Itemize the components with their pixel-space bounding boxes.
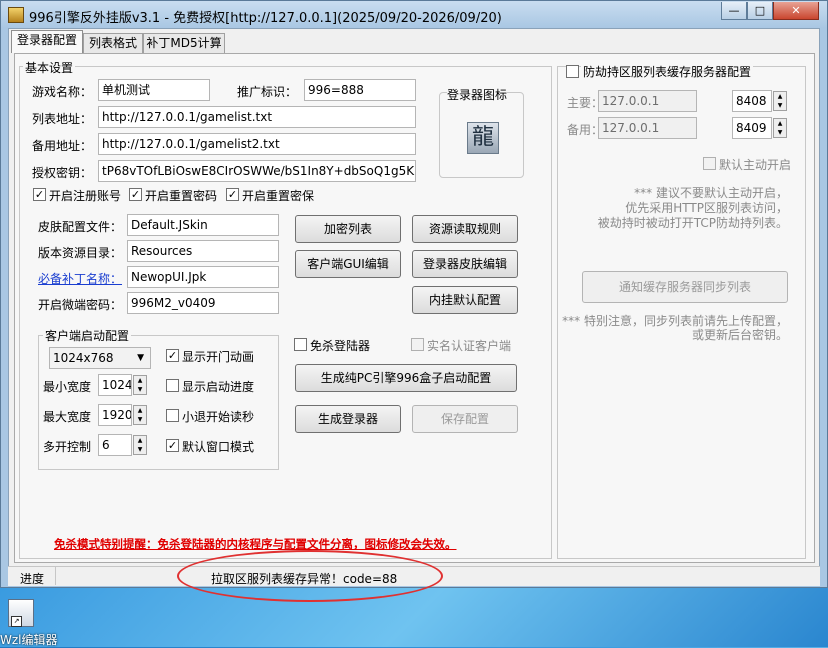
license-key-label: 授权密钥： [32, 166, 93, 180]
launcher-skin-edit-button[interactable]: 登录器皮肤编辑 [412, 250, 518, 278]
min-width-spinner[interactable]: ▲ ▼ [133, 375, 147, 395]
backup-url-field[interactable]: http://127.0.0.1/gamelist2.txt [98, 133, 416, 155]
show-progress-checkbox[interactable] [166, 379, 179, 392]
backup-port-spinner[interactable]: ▲ ▼ [773, 118, 787, 138]
min-width-field[interactable]: 1024 [98, 374, 132, 396]
resource-dir-label: 版本资源目录： [38, 246, 123, 260]
auto-enable-label: 默认主动开启 [719, 158, 792, 172]
encrypt-list-button[interactable]: 加密列表 [295, 215, 401, 243]
highlight-ellipse [177, 550, 443, 602]
close-button[interactable]: ✕ [773, 2, 819, 20]
skin-label: 皮肤配置文件： [38, 220, 123, 234]
resource-dir-field[interactable]: Resources [127, 240, 279, 262]
skin-field[interactable]: Default.JSkin [127, 214, 279, 236]
patch-name-link[interactable]: 必备补丁名称： [38, 270, 122, 287]
sync-list-button[interactable]: 通知缓存服务器同步列表 [582, 271, 788, 303]
game-name-field[interactable]: 单机测试 [98, 79, 210, 101]
main-port-spinner[interactable]: ▲ ▼ [773, 91, 787, 111]
micro-password-field[interactable]: 996M2_v0409 [127, 292, 279, 314]
main-window: 996引擎反外挂版v3.1 - 免费授权[http://127.0.0.1](2… [0, 0, 828, 602]
chevron-down-icon: ▼ [137, 353, 144, 363]
register-checkbox[interactable]: ✓ [33, 188, 46, 201]
window-mode-checkbox[interactable]: ✓ [166, 439, 179, 452]
generate-launcher-button[interactable]: 生成登录器 [295, 405, 401, 433]
anti-hijack-checkbox[interactable] [566, 65, 579, 78]
shortcut-arrow-icon: ↗ [11, 616, 22, 627]
multi-open-spinner[interactable]: ▲ ▼ [133, 435, 147, 455]
license-key-field[interactable]: tP68vTOfLBiOswE8CIrOSWWe/bS1In8Y+dbSoQ1g… [98, 160, 416, 182]
client-gui-edit-button[interactable]: 客户端GUI编辑 [295, 250, 401, 278]
no-kill-label: 免杀登陆器 [310, 339, 371, 353]
resource-rule-button[interactable]: 资源读取规则 [412, 215, 518, 243]
backup-ip-field[interactable]: 127.0.0.1 [598, 117, 697, 139]
list-url-field[interactable]: http://127.0.0.1/gamelist.txt [98, 106, 416, 128]
wzl-editor-icon[interactable]: ↗ [8, 599, 34, 627]
anti-hijack-title: 防劫持区服列表缓存服务器配置 [581, 63, 754, 80]
main-ip-field[interactable]: 127.0.0.1 [598, 90, 697, 112]
client-area: 登录器配置 列表格式 补丁MD5计算 基本设置 游戏名称： 单机测试 推广标识：… [8, 28, 820, 583]
realname-label: 实名认证客户端 [427, 339, 512, 353]
sync-note-line-2: 或更新后台密钥。 [691, 328, 788, 342]
patch-name-field[interactable]: NewopUI.Jpk [127, 266, 279, 288]
game-name-label: 游戏名称： [32, 85, 93, 99]
tab-page: 基本设置 游戏名称： 单机测试 推广标识： 996=888 列表地址： http… [14, 53, 815, 563]
launcher-icon-label: 登录器图标 [447, 86, 508, 103]
realname-checkbox[interactable] [411, 338, 424, 351]
door-animation-label: 显示开门动画 [182, 350, 255, 364]
save-config-button[interactable]: 保存配置 [412, 405, 518, 433]
tab-patch-md5[interactable]: 补丁MD5计算 [143, 33, 225, 53]
min-width-label: 最小宽度 [43, 380, 92, 394]
minimize-button[interactable]: — [721, 2, 747, 20]
client-startup-title: 客户端启动配置 [43, 327, 132, 344]
window-mode-label: 默认窗口模式 [182, 440, 255, 454]
progress-label: 进度 [20, 572, 45, 586]
quit-countdown-label: 小退开始读秒 [182, 410, 255, 424]
promo-field[interactable]: 996=888 [304, 79, 416, 101]
resolution-value: 1024x768 [53, 351, 114, 365]
no-kill-checkbox[interactable] [294, 338, 307, 351]
max-width-field[interactable]: 1920 [98, 404, 132, 426]
basic-settings-title: 基本设置 [23, 59, 76, 76]
reset-password-checkbox[interactable]: ✓ [129, 188, 142, 201]
hint-line-3: 被劫持时被动打开TCP防劫持列表。 [597, 216, 788, 230]
title-bar[interactable]: 996引擎反外挂版v3.1 - 免费授权[http://127.0.0.1](2… [1, 1, 827, 28]
hook-default-config-button[interactable]: 内挂默认配置 [412, 286, 518, 314]
reset-password-label: 开启重置密码 [145, 189, 218, 203]
quit-countdown-checkbox[interactable] [166, 409, 179, 422]
promo-label: 推广标识： [237, 85, 298, 99]
no-kill-warning: 免杀模式特别提醒：免杀登陆器的内核程序与配置文件分离，图标修改会失效。 [54, 537, 457, 551]
resolution-select[interactable]: 1024x768 ▼ [49, 347, 151, 369]
door-animation-checkbox[interactable]: ✓ [166, 349, 179, 362]
auto-enable-checkbox[interactable] [703, 157, 716, 170]
list-url-label: 列表地址： [32, 112, 93, 126]
backup-url-label: 备用地址： [32, 139, 93, 153]
progress-cell: 进度 [8, 567, 56, 586]
app-icon [8, 7, 24, 23]
multi-open-label: 多开控制 [43, 440, 92, 454]
reset-protect-label: 开启重置密保 [242, 189, 315, 203]
tab-list-format[interactable]: 列表格式 [83, 33, 143, 53]
register-label: 开启注册账号 [49, 189, 122, 203]
wzl-editor-label[interactable]: Wzl编辑器 [0, 631, 58, 648]
max-width-label: 最大宽度 [43, 410, 92, 424]
micro-password-label: 开启微端密码： [38, 298, 123, 312]
launcher-icon-image[interactable]: 龍 [467, 122, 499, 154]
reset-protect-checkbox[interactable]: ✓ [226, 188, 239, 201]
tab-launcher-config[interactable]: 登录器配置 [11, 30, 83, 53]
window-title: 996引擎反外挂版v3.1 - 免费授权[http://127.0.0.1](2… [29, 11, 502, 26]
show-progress-label: 显示启动进度 [182, 380, 255, 394]
generate-pc-config-button[interactable]: 生成纯PC引擎996盒子启动配置 [295, 364, 517, 392]
maximize-button[interactable]: □ [747, 2, 773, 20]
max-width-spinner[interactable]: ▲ ▼ [133, 405, 147, 425]
main-port-field[interactable]: 8408 [732, 90, 772, 112]
backup-port-field[interactable]: 8409 [732, 117, 772, 139]
multi-open-field[interactable]: 6 [98, 434, 132, 456]
